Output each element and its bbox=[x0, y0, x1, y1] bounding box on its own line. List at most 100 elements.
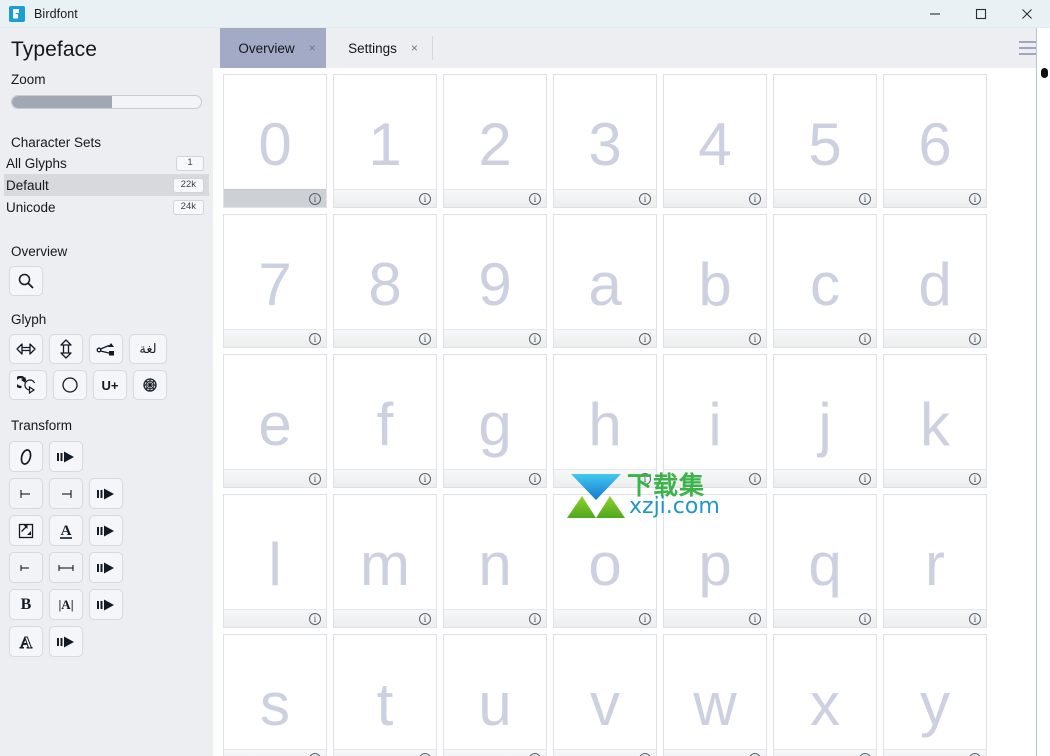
glyph-cell[interactable]: qi bbox=[773, 494, 877, 628]
scrollbar-thumb[interactable] bbox=[1041, 68, 1048, 78]
info-icon[interactable]: i bbox=[639, 612, 651, 625]
info-icon[interactable]: i bbox=[859, 192, 871, 205]
glyph-cell[interactable]: ki bbox=[883, 354, 987, 488]
info-icon[interactable]: i bbox=[309, 332, 321, 345]
info-icon[interactable]: i bbox=[419, 752, 431, 756]
info-icon[interactable]: i bbox=[529, 192, 541, 205]
glyph-cell[interactable]: 2i bbox=[443, 74, 547, 208]
info-icon[interactable]: i bbox=[859, 612, 871, 625]
info-icon[interactable]: i bbox=[639, 192, 651, 205]
glyph-cell[interactable]: ni bbox=[443, 494, 547, 628]
minimize-icon[interactable] bbox=[912, 0, 958, 28]
outline-a-icon[interactable]: A bbox=[9, 626, 43, 657]
rotate-icon[interactable] bbox=[9, 370, 47, 400]
info-icon[interactable]: i bbox=[529, 472, 541, 485]
spacing-a-icon[interactable]: |A| bbox=[49, 589, 83, 620]
glyph-cell[interactable]: vi bbox=[553, 634, 657, 756]
close-icon[interactable]: × bbox=[309, 42, 316, 54]
info-icon[interactable]: i bbox=[529, 332, 541, 345]
info-icon[interactable]: i bbox=[309, 612, 321, 625]
vertical-flip-icon[interactable] bbox=[49, 334, 83, 364]
glyph-cell[interactable]: gi bbox=[443, 354, 547, 488]
sidebar-item-all-glyphs[interactable]: All Glyphs 1 bbox=[4, 152, 209, 174]
info-icon[interactable]: i bbox=[969, 752, 981, 756]
glyph-cell[interactable]: 9i bbox=[443, 214, 547, 348]
info-icon[interactable]: i bbox=[309, 752, 321, 756]
glyph-cell[interactable]: pi bbox=[663, 494, 767, 628]
info-icon[interactable]: i bbox=[309, 472, 321, 485]
glyph-cell[interactable]: 7i bbox=[223, 214, 327, 348]
sidebar-item-default[interactable]: Default 22k bbox=[4, 174, 209, 196]
glyph-cell[interactable]: ti bbox=[333, 634, 437, 756]
glyph-cell[interactable]: ji bbox=[773, 354, 877, 488]
scale-icon[interactable] bbox=[9, 515, 43, 546]
info-icon[interactable]: i bbox=[639, 752, 651, 756]
info-icon[interactable]: i bbox=[969, 192, 981, 205]
apply-arrow-icon[interactable] bbox=[89, 552, 123, 583]
info-icon[interactable]: i bbox=[859, 472, 871, 485]
right-bearing-icon[interactable] bbox=[49, 478, 83, 509]
apply-arrow-icon[interactable] bbox=[89, 589, 123, 620]
glyph-cell[interactable]: 5i bbox=[773, 74, 877, 208]
info-icon[interactable]: i bbox=[419, 472, 431, 485]
info-icon[interactable]: i bbox=[749, 332, 761, 345]
sidebar-item-unicode[interactable]: Unicode 24k bbox=[4, 196, 209, 218]
info-icon[interactable]: i bbox=[639, 332, 651, 345]
info-icon[interactable]: i bbox=[419, 332, 431, 345]
glyph-cell[interactable]: li bbox=[223, 494, 327, 628]
glyph-cell[interactable]: di bbox=[883, 214, 987, 348]
apply-arrow-icon[interactable] bbox=[49, 626, 83, 657]
glyph-cell[interactable]: oi bbox=[553, 494, 657, 628]
unicode-icon[interactable]: U+ bbox=[93, 370, 127, 400]
contrast-moon-icon[interactable] bbox=[53, 370, 87, 400]
info-icon[interactable]: i bbox=[639, 472, 651, 485]
glyph-cell[interactable]: 8i bbox=[333, 214, 437, 348]
horizontal-flip-icon[interactable] bbox=[9, 334, 43, 364]
info-icon[interactable]: i bbox=[749, 192, 761, 205]
glyph-cell[interactable]: xi bbox=[773, 634, 877, 756]
glyph-cell[interactable]: ci bbox=[773, 214, 877, 348]
info-icon[interactable]: i bbox=[969, 612, 981, 625]
maximize-icon[interactable] bbox=[958, 0, 1004, 28]
apply-arrow-icon[interactable] bbox=[49, 441, 83, 472]
glyph-cell[interactable]: wi bbox=[663, 634, 767, 756]
info-icon[interactable]: i bbox=[859, 752, 871, 756]
glyph-cell[interactable]: 0i bbox=[223, 74, 327, 208]
close-icon[interactable] bbox=[1004, 0, 1050, 28]
left-margin-icon[interactable] bbox=[9, 552, 43, 583]
glyph-cell[interactable]: ii bbox=[663, 354, 767, 488]
info-icon[interactable]: i bbox=[969, 472, 981, 485]
glyph-cell[interactable]: ai bbox=[553, 214, 657, 348]
apply-arrow-icon[interactable] bbox=[89, 478, 123, 509]
underline-a-icon[interactable]: A bbox=[49, 515, 83, 546]
width-measure-icon[interactable] bbox=[49, 552, 83, 583]
close-icon[interactable]: × bbox=[411, 42, 418, 54]
info-icon[interactable]: i bbox=[309, 192, 321, 205]
info-icon[interactable]: i bbox=[969, 332, 981, 345]
tab-overview[interactable]: Overview × bbox=[220, 28, 326, 68]
glyph-cell[interactable]: bi bbox=[663, 214, 767, 348]
arabic-language-icon[interactable]: لغة bbox=[129, 334, 167, 364]
glyph-cell[interactable]: ri bbox=[883, 494, 987, 628]
info-icon[interactable]: i bbox=[859, 332, 871, 345]
zoom-slider[interactable] bbox=[11, 95, 202, 109]
glyph-cell[interactable]: fi bbox=[333, 354, 437, 488]
left-bearing-icon[interactable] bbox=[9, 478, 43, 509]
glyph-cell[interactable]: mi bbox=[333, 494, 437, 628]
glyph-cell[interactable]: si bbox=[223, 634, 327, 756]
glyph-cell[interactable]: ui bbox=[443, 634, 547, 756]
italic-o-icon[interactable] bbox=[9, 441, 43, 472]
info-icon[interactable]: i bbox=[419, 192, 431, 205]
apply-arrow-icon[interactable] bbox=[89, 515, 123, 546]
glyph-cell[interactable]: hi bbox=[553, 354, 657, 488]
info-icon[interactable]: i bbox=[529, 752, 541, 756]
info-icon[interactable]: i bbox=[749, 472, 761, 485]
info-icon[interactable]: i bbox=[749, 752, 761, 756]
tab-settings[interactable]: Settings × bbox=[326, 28, 432, 68]
glyph-cell[interactable]: 1i bbox=[333, 74, 437, 208]
glyph-cell[interactable]: 6i bbox=[883, 74, 987, 208]
info-icon[interactable]: i bbox=[529, 612, 541, 625]
bold-icon[interactable]: B bbox=[9, 589, 43, 620]
vertical-scrollbar[interactable] bbox=[1036, 28, 1050, 756]
glyph-cell[interactable]: ei bbox=[223, 354, 327, 488]
